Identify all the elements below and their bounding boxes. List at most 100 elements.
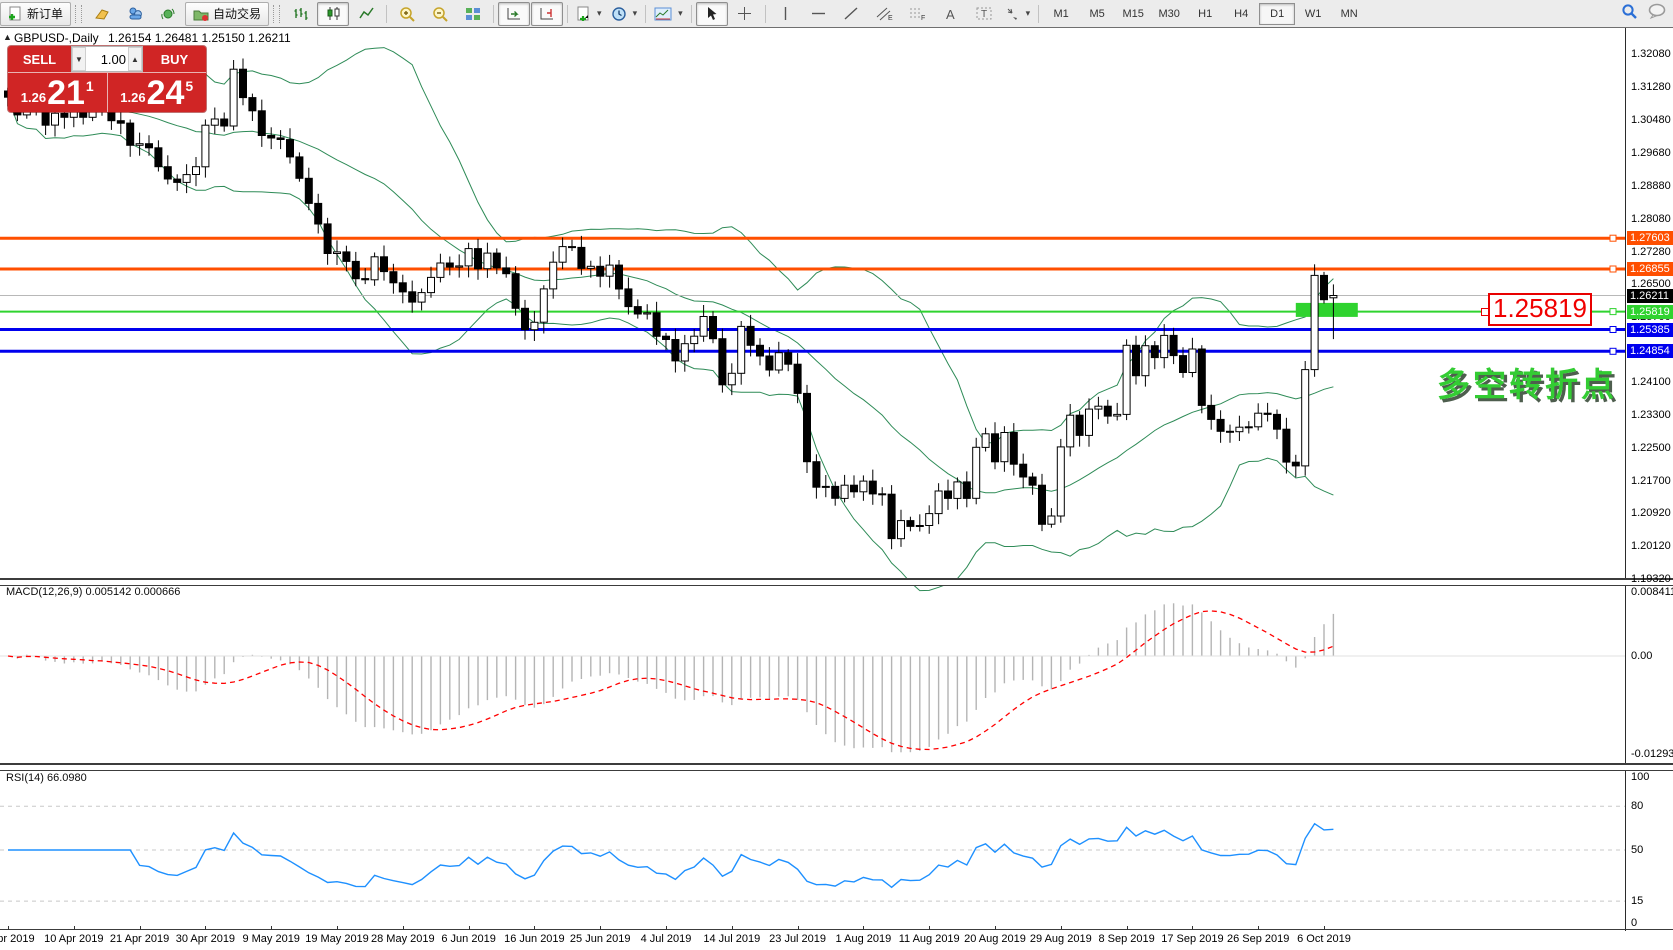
vertical-line-tool-icon[interactable]: [770, 2, 802, 26]
date-tick-mark: [1127, 926, 1128, 930]
rsi-label: RSI(14) 66.0980: [6, 772, 87, 784]
buy-price-big: 24: [147, 76, 185, 110]
periods-dropdown[interactable]: ▾: [607, 2, 642, 26]
date-tick-mark: [534, 926, 535, 930]
autotrading-button[interactable]: 自动交易: [185, 2, 269, 26]
level-price-badge: 1.24854: [1627, 344, 1673, 358]
timeframe-button-M5[interactable]: M5: [1079, 3, 1115, 25]
horizontal-line-tool-icon[interactable]: [803, 2, 835, 26]
zoom-in-icon[interactable]: [391, 2, 423, 26]
price-tick-label: 1.22500: [1631, 442, 1671, 454]
rsi-tick-label: 80: [1631, 800, 1643, 812]
date-tick-label: 26 Sep 2019: [1227, 933, 1289, 945]
search-icon[interactable]: [1621, 3, 1638, 25]
macd-tick-label: 0.00: [1631, 650, 1652, 662]
sell-button[interactable]: SELL: [8, 46, 71, 72]
timeframe-button-D1[interactable]: D1: [1259, 3, 1295, 25]
community-icon[interactable]: [119, 2, 151, 26]
panel-collapse-icon[interactable]: ▲: [3, 32, 12, 42]
price-tick-label: 1.21700: [1631, 475, 1671, 487]
date-tick-label: 6 Oct 2019: [1297, 933, 1351, 945]
date-tick-label: 16 Jun 2019: [504, 933, 565, 945]
price-tick-label: 1.28880: [1631, 180, 1671, 192]
chat-icon[interactable]: [1648, 3, 1667, 24]
toolbar-grip[interactable]: [273, 5, 280, 23]
volume-increase-button[interactable]: ▲: [128, 47, 142, 71]
timeframe-button-W1[interactable]: W1: [1295, 3, 1331, 25]
rsi-tick-label: 0: [1631, 917, 1637, 929]
one-click-trading-panel: SELL ▼ ▲ BUY 1.26 21 1 1.26 24 5: [8, 46, 206, 112]
timeframe-button-H1[interactable]: H1: [1187, 3, 1223, 25]
dropdown-arrow-icon: ▾: [633, 8, 638, 19]
zoom-out-icon[interactable]: [424, 2, 456, 26]
date-tick-label: 1 Aug 2019: [836, 933, 892, 945]
price-tick-label: 1.24100: [1631, 376, 1671, 388]
crosshair-tool-icon[interactable]: [729, 2, 761, 26]
date-tick-label: 8 Sep 2019: [1098, 933, 1154, 945]
broadcast-icon[interactable]: [152, 2, 184, 26]
toolbar-grip[interactable]: [75, 5, 82, 23]
tile-windows-icon[interactable]: [457, 2, 489, 26]
timeframe-button-MN[interactable]: MN: [1331, 3, 1367, 25]
price-tick-label: 1.20120: [1631, 540, 1671, 552]
new-order-icon: [8, 6, 23, 21]
toolbar-separator: [1038, 5, 1039, 23]
volume-input[interactable]: [86, 47, 128, 71]
arrows-tool-dropdown[interactable]: ▾: [1001, 2, 1035, 26]
panel-separator[interactable]: [0, 578, 1673, 586]
price-tick-label: 1.19320: [1631, 573, 1671, 585]
date-tick-mark: [863, 926, 864, 930]
toolbar-separator: [386, 5, 387, 23]
new-chart-dropdown[interactable]: ▾: [572, 2, 606, 26]
timeframe-button-M30[interactable]: M30: [1151, 3, 1187, 25]
chart-shift-icon[interactable]: [531, 2, 563, 26]
svg-text:E: E: [888, 15, 893, 21]
cursor-tool-icon[interactable]: [696, 2, 728, 26]
buy-button[interactable]: BUY: [143, 46, 206, 72]
date-tick-mark: [995, 926, 996, 930]
autotrading-label: 自动交易: [213, 5, 261, 22]
buy-price-sup: 5: [185, 78, 193, 94]
template-profile-dropdown[interactable]: ▾: [650, 2, 687, 26]
equidistant-channel-tool-icon[interactable]: E: [869, 2, 901, 26]
volume-control: ▼ ▲: [71, 46, 143, 72]
auto-scroll-icon[interactable]: [498, 2, 530, 26]
text-label-tool-icon[interactable]: T: [968, 2, 1000, 26]
text-tool-icon[interactable]: A: [935, 2, 967, 26]
new-order-label: 新订单: [27, 5, 63, 22]
date-tick-mark: [271, 926, 272, 930]
toolbar-separator: [765, 5, 766, 23]
date-tick-label: 29 Aug 2019: [1030, 933, 1092, 945]
chart-canvas[interactable]: [0, 0, 1673, 950]
level-price-badge: 1.25385: [1627, 323, 1673, 337]
date-tick-label: 9 May 2019: [242, 933, 299, 945]
trendline-tool-icon[interactable]: [836, 2, 868, 26]
level-price-badge: 1.26855: [1627, 262, 1673, 276]
svg-text:A: A: [946, 7, 955, 21]
toolbar-separator: [567, 5, 568, 23]
timeframe-button-M15[interactable]: M15: [1115, 3, 1151, 25]
svg-text:T: T: [981, 9, 987, 20]
history-center-icon[interactable]: [86, 2, 118, 26]
buy-price[interactable]: 1.26 24 5: [108, 73, 207, 112]
fibonacci-tool-icon[interactable]: F: [902, 2, 934, 26]
bid-price-badge: 1.26211: [1627, 289, 1673, 303]
date-tick-label: 28 May 2019: [371, 933, 435, 945]
volume-decrease-button[interactable]: ▼: [72, 47, 86, 71]
date-tick-label: 1 Apr 2019: [0, 933, 35, 945]
timeframe-button-H4[interactable]: H4: [1223, 3, 1259, 25]
candlestick-chart-icon[interactable]: [317, 2, 349, 26]
toolbar-separator: [493, 5, 494, 23]
date-tick-mark: [1258, 926, 1259, 930]
line-chart-icon[interactable]: [350, 2, 382, 26]
date-tick-mark: [666, 926, 667, 930]
sell-price[interactable]: 1.26 21 1: [8, 73, 108, 112]
dropdown-arrow-icon: ▾: [1026, 8, 1031, 19]
macd-tick-label: -0.012931: [1631, 748, 1673, 760]
rsi-tick-label: 15: [1631, 895, 1643, 907]
timeframe-button-M1[interactable]: M1: [1043, 3, 1079, 25]
panel-separator[interactable]: [0, 763, 1673, 771]
bar-chart-icon[interactable]: [284, 2, 316, 26]
buy-price-small: 1.26: [120, 90, 145, 105]
new-order-button[interactable]: 新订单: [0, 2, 71, 26]
